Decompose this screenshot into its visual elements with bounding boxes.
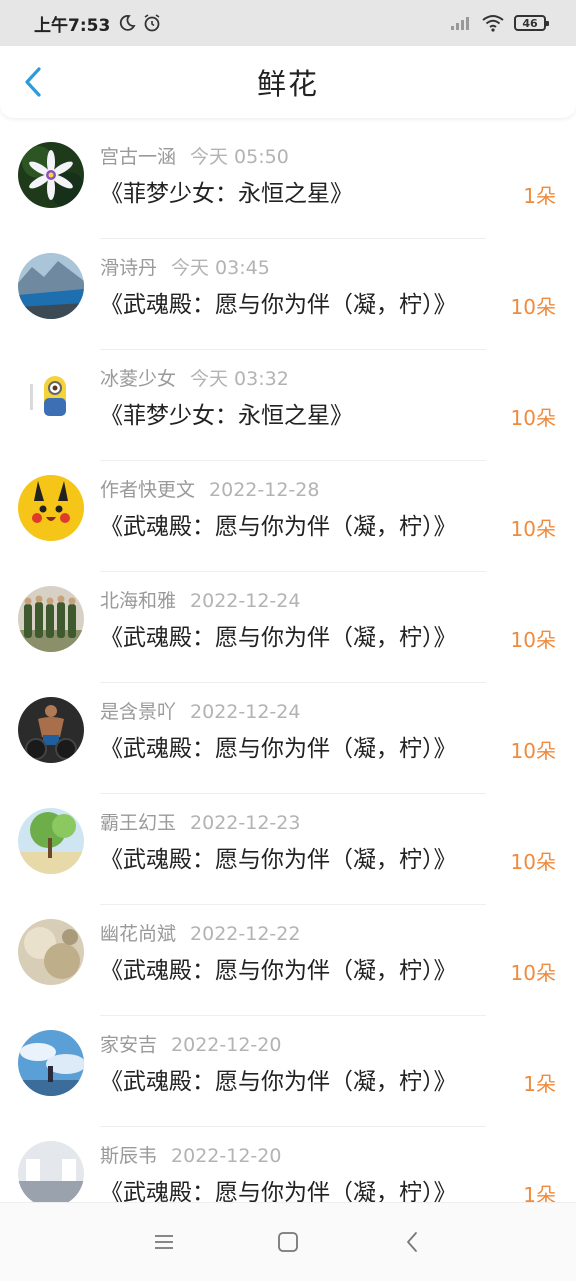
- timestamp: 今天 03:32: [190, 368, 289, 390]
- user-name: 斯辰韦: [100, 1145, 158, 1167]
- chevron-left-icon: [25, 67, 41, 97]
- avatar[interactable]: [18, 142, 84, 208]
- moon-icon: [120, 15, 136, 31]
- book-title[interactable]: 《武魂殿：愿与你为伴（凝，柠）》: [100, 618, 457, 652]
- avatar[interactable]: [18, 253, 84, 319]
- navigation-bar: [0, 1202, 576, 1281]
- flower-count: 10朵: [510, 517, 556, 541]
- home-square-icon: [278, 1232, 298, 1252]
- timestamp: 2022-12-23: [190, 812, 301, 834]
- avatar[interactable]: [18, 475, 84, 541]
- avatar[interactable]: [18, 586, 84, 652]
- timestamp: 今天 03:45: [171, 257, 270, 279]
- timestamp: 今天 05:50: [190, 146, 289, 168]
- book-title[interactable]: 《武魂殿：愿与你为伴（凝，柠）》: [100, 285, 457, 319]
- home-button[interactable]: [268, 1222, 308, 1262]
- header: 鲜花: [0, 46, 576, 118]
- list-item[interactable]: 滑诗丹 今天 03:45 《武魂殿：愿与你为伴（凝，柠）》 10朵: [0, 239, 576, 350]
- flower-count: 10朵: [510, 739, 556, 763]
- avatar[interactable]: [18, 1141, 84, 1207]
- status-bar: 上午7:53 46: [0, 0, 576, 46]
- list-item[interactable]: 北海和雅 2022-12-24 《武魂殿：愿与你为伴（凝，柠）》 10朵: [0, 572, 576, 683]
- avatar[interactable]: [18, 808, 84, 874]
- timestamp: 2022-12-28: [209, 479, 320, 501]
- avatar[interactable]: [18, 1030, 84, 1096]
- book-title[interactable]: 《武魂殿：愿与你为伴（凝，柠）》: [100, 840, 457, 874]
- user-name: 幽花尚斌: [100, 923, 177, 945]
- signal-icon: [451, 17, 469, 30]
- flower-count: 10朵: [510, 406, 556, 430]
- user-name: 是含景吖: [100, 701, 177, 723]
- list-item[interactable]: 霸王幻玉 2022-12-23 《武魂殿：愿与你为伴（凝，柠）》 10朵: [0, 794, 576, 905]
- flower-count: 10朵: [510, 961, 556, 985]
- timestamp: 2022-12-20: [171, 1145, 282, 1167]
- user-name: 冰菱少女: [100, 368, 177, 390]
- list-item[interactable]: 宫古一涵 今天 05:50 《菲梦少女：永恒之星》 1朵: [0, 128, 576, 239]
- battery-icon: 46: [514, 15, 549, 31]
- user-name: 作者快更文: [100, 479, 196, 501]
- flower-count: 1朵: [523, 184, 556, 208]
- list-item[interactable]: 幽花尚斌 2022-12-22 《武魂殿：愿与你为伴（凝，柠）》 10朵: [0, 905, 576, 1016]
- book-title[interactable]: 《武魂殿：愿与你为伴（凝，柠）》: [100, 729, 457, 763]
- timestamp: 2022-12-24: [190, 590, 301, 612]
- avatar[interactable]: [18, 919, 84, 985]
- user-name: 北海和雅: [100, 590, 177, 612]
- timestamp: 2022-12-20: [171, 1034, 282, 1056]
- back-nav-button[interactable]: [392, 1222, 432, 1262]
- flower-count: 10朵: [510, 628, 556, 652]
- user-name: 滑诗丹: [100, 257, 158, 279]
- menu-button[interactable]: [144, 1222, 184, 1262]
- back-triangle-icon: [407, 1232, 417, 1252]
- book-title[interactable]: 《武魂殿：愿与你为伴（凝，柠）》: [100, 1062, 457, 1096]
- menu-icon: [155, 1235, 173, 1249]
- alarm-icon: [144, 14, 160, 32]
- book-title[interactable]: 《武魂殿：愿与你为伴（凝，柠）》: [100, 951, 457, 985]
- list-item[interactable]: 家安吉 2022-12-20 《武魂殿：愿与你为伴（凝，柠）》 1朵: [0, 1016, 576, 1127]
- book-title[interactable]: 《武魂殿：愿与你为伴（凝，柠）》: [100, 507, 457, 541]
- flower-count: 10朵: [510, 295, 556, 319]
- avatar[interactable]: [18, 697, 84, 763]
- timestamp: 2022-12-24: [190, 701, 301, 723]
- flower-count: 10朵: [510, 850, 556, 874]
- list-item[interactable]: 是含景吖 2022-12-24 《武魂殿：愿与你为伴（凝，柠）》 10朵: [0, 683, 576, 794]
- page-title: 鲜花: [256, 67, 319, 101]
- avatar[interactable]: [18, 364, 84, 430]
- timestamp: 2022-12-22: [190, 923, 301, 945]
- back-button[interactable]: [18, 64, 48, 100]
- list-item[interactable]: 作者快更文 2022-12-28 《武魂殿：愿与你为伴（凝，柠）》 10朵: [0, 461, 576, 572]
- wifi-icon: [482, 15, 504, 32]
- book-title[interactable]: 《菲梦少女：永恒之星》: [100, 174, 353, 208]
- status-time: 上午7:53: [34, 15, 111, 36]
- user-name: 霸王幻玉: [100, 812, 177, 834]
- user-name: 家安吉: [100, 1034, 158, 1056]
- user-name: 宫古一涵: [100, 146, 177, 168]
- list-item[interactable]: 冰菱少女 今天 03:32 《菲梦少女：永恒之星》 10朵: [0, 350, 576, 461]
- book-title[interactable]: 《菲梦少女：永恒之星》: [100, 396, 353, 430]
- gift-list: 宫古一涵 今天 05:50 《菲梦少女：永恒之星》 1朵 滑诗丹 今天 03:45 …: [0, 128, 576, 1238]
- flower-count: 1朵: [523, 1072, 556, 1096]
